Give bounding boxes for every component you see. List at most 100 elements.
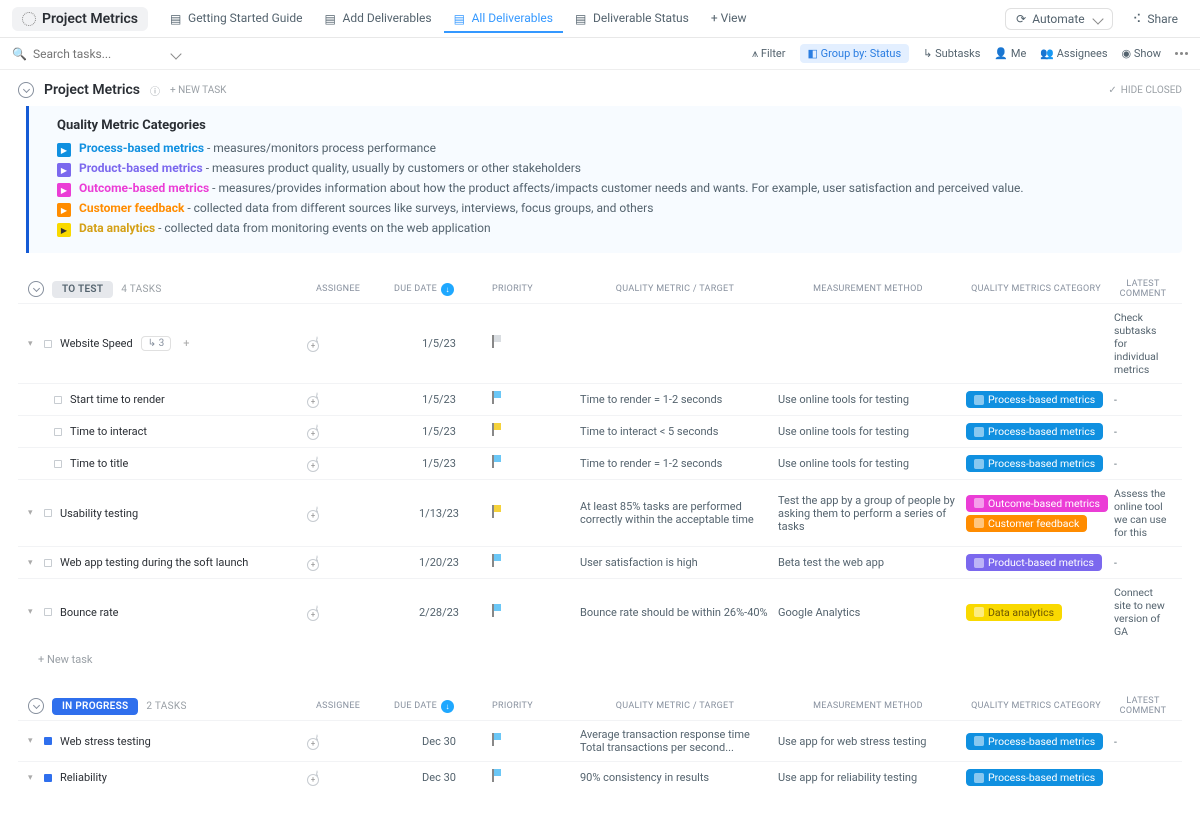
table-row[interactable]: Time to title1/5/23Time to render = 1-2 …: [18, 447, 1182, 479]
col-metric[interactable]: QUALITY METRIC / TARGET: [580, 701, 770, 711]
priority-cell[interactable]: [492, 554, 572, 571]
assignee-cell[interactable]: [316, 556, 386, 569]
assignee-cell[interactable]: [316, 457, 386, 470]
category-chip[interactable]: Customer feedback: [966, 515, 1087, 532]
due-date-cell[interactable]: 1/20/23: [394, 556, 484, 569]
flag-icon[interactable]: [492, 769, 504, 783]
priority-cell[interactable]: [492, 335, 572, 352]
status-chip[interactable]: TO TEST: [52, 281, 113, 298]
flag-icon[interactable]: [492, 455, 504, 469]
priority-cell[interactable]: [492, 604, 572, 621]
assignee-cell[interactable]: [316, 771, 386, 784]
assign-icon[interactable]: [316, 555, 318, 570]
assignees-button[interactable]: 👥 Assignees: [1040, 47, 1107, 60]
subtasks-button[interactable]: ↳ Subtasks: [923, 47, 980, 60]
assignee-cell[interactable]: [316, 425, 386, 438]
status-square-icon[interactable]: [54, 428, 62, 436]
assign-icon[interactable]: [316, 336, 318, 351]
table-row[interactable]: Time to interact1/5/23Time to interact <…: [18, 415, 1182, 447]
assign-icon[interactable]: [316, 770, 318, 785]
status-square-icon[interactable]: [54, 396, 62, 404]
flag-icon[interactable]: [492, 423, 504, 437]
chevron-down-icon[interactable]: [170, 48, 181, 59]
automate-button[interactable]: ⟳ Automate: [1005, 8, 1112, 30]
category-chip[interactable]: Product-based metrics: [966, 554, 1102, 571]
collapse-icon[interactable]: [18, 82, 34, 98]
more-icon[interactable]: [1175, 52, 1188, 55]
table-row[interactable]: ▾Usability testing1/13/23At least 85% ta…: [18, 479, 1182, 546]
table-row[interactable]: ▾Bounce rate2/28/23Bounce rate should be…: [18, 578, 1182, 645]
category-chip[interactable]: Process-based metrics: [966, 455, 1103, 472]
tab-add-deliverables[interactable]: ▤Add Deliverables: [314, 5, 441, 33]
status-square-icon[interactable]: [44, 737, 52, 745]
due-date-cell[interactable]: 1/5/23: [394, 393, 484, 406]
hide-closed-button[interactable]: ✓ HIDE CLOSED: [1108, 85, 1182, 96]
new-task-button[interactable]: + NEW TASK: [170, 85, 226, 96]
col-due-date[interactable]: DUE DATE ↓: [394, 700, 484, 713]
due-date-cell[interactable]: 1/5/23: [394, 457, 484, 470]
priority-cell[interactable]: [492, 733, 572, 750]
search-wrap[interactable]: 🔍: [12, 47, 742, 61]
due-date-cell[interactable]: 2/28/23: [394, 606, 484, 619]
tab--view[interactable]: + View: [701, 5, 757, 33]
assign-icon[interactable]: [316, 456, 318, 471]
col-comment[interactable]: LATEST COMMENT: [1114, 696, 1172, 716]
assignee-cell[interactable]: [316, 393, 386, 406]
col-method[interactable]: MEASUREMENT METHOD: [778, 284, 958, 294]
flag-icon[interactable]: [492, 604, 504, 618]
due-date-cell[interactable]: 1/5/23: [394, 337, 484, 350]
share-button[interactable]: ⠪ Share: [1123, 9, 1188, 29]
assignee-cell[interactable]: [316, 606, 386, 619]
category-chip[interactable]: Process-based metrics: [966, 733, 1103, 750]
add-subtask-icon[interactable]: +: [183, 337, 189, 350]
col-method[interactable]: MEASUREMENT METHOD: [778, 701, 958, 711]
info-icon[interactable]: ⓘ: [150, 83, 160, 98]
table-row[interactable]: ▾Web app testing during the soft launch1…: [18, 546, 1182, 578]
status-square-icon[interactable]: [54, 460, 62, 468]
due-date-cell[interactable]: Dec 30: [394, 735, 484, 748]
priority-cell[interactable]: [492, 423, 572, 440]
flag-icon[interactable]: [492, 733, 504, 747]
category-chip[interactable]: Data analytics: [966, 604, 1062, 621]
tab-getting-started-guide[interactable]: ▤Getting Started Guide: [160, 5, 312, 33]
assign-icon[interactable]: [316, 605, 318, 620]
col-category[interactable]: QUALITY METRICS CATEGORY: [966, 284, 1106, 294]
assign-icon[interactable]: [316, 506, 318, 521]
priority-cell[interactable]: [492, 455, 572, 472]
status-square-icon[interactable]: [44, 509, 52, 517]
flag-icon[interactable]: [492, 505, 504, 519]
category-chip[interactable]: Process-based metrics: [966, 391, 1103, 408]
assign-icon[interactable]: [316, 424, 318, 439]
new-task-row[interactable]: + New task: [18, 645, 1182, 674]
status-square-icon[interactable]: [44, 340, 52, 348]
col-category[interactable]: QUALITY METRICS CATEGORY: [966, 701, 1106, 711]
tab-deliverable-status[interactable]: ▤Deliverable Status: [565, 5, 699, 33]
status-square-icon[interactable]: [44, 559, 52, 567]
col-comment[interactable]: LATEST COMMENT: [1114, 279, 1172, 299]
assignee-cell[interactable]: [316, 507, 386, 520]
col-assignee[interactable]: ASSIGNEE: [316, 284, 386, 294]
due-date-cell[interactable]: 1/5/23: [394, 425, 484, 438]
col-due-date[interactable]: DUE DATE ↓: [394, 283, 484, 296]
assign-icon[interactable]: [316, 734, 318, 749]
tab-all-deliverables[interactable]: ▤All Deliverables: [444, 5, 563, 33]
table-row[interactable]: Start time to render1/5/23Time to render…: [18, 383, 1182, 415]
assignee-cell[interactable]: [316, 735, 386, 748]
flag-icon[interactable]: [492, 335, 504, 349]
due-date-cell[interactable]: 1/13/23: [394, 507, 484, 520]
group-by-button[interactable]: ◧ Group by: Status: [800, 44, 910, 63]
flag-icon[interactable]: [492, 554, 504, 568]
subtask-count-badge[interactable]: ↳ 3: [141, 336, 171, 351]
col-priority[interactable]: PRIORITY: [492, 284, 572, 294]
col-priority[interactable]: PRIORITY: [492, 701, 572, 711]
col-assignee[interactable]: ASSIGNEE: [316, 701, 386, 711]
priority-cell[interactable]: [492, 391, 572, 408]
category-chip[interactable]: Process-based metrics: [966, 769, 1103, 786]
assignee-cell[interactable]: [316, 337, 386, 350]
priority-cell[interactable]: [492, 505, 572, 522]
collapse-group-icon[interactable]: [28, 281, 44, 297]
status-square-icon[interactable]: [44, 774, 52, 782]
flag-icon[interactable]: [492, 391, 504, 405]
category-chip[interactable]: Process-based metrics: [966, 423, 1103, 440]
table-row[interactable]: ▾Web stress testingDec 30Average transac…: [18, 720, 1182, 761]
